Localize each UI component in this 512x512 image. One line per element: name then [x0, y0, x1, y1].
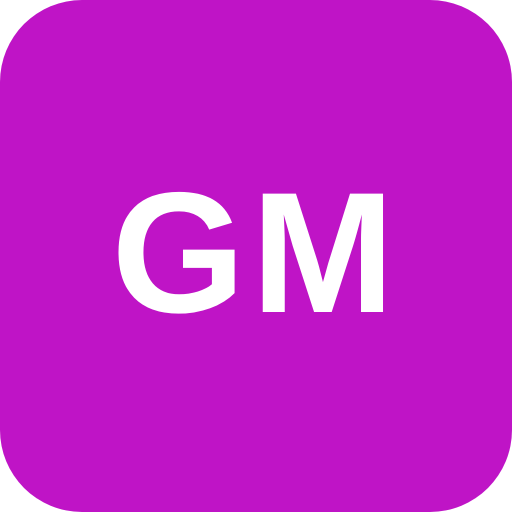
avatar-initials: GM	[111, 157, 401, 349]
avatar-tile: GM	[0, 0, 512, 512]
